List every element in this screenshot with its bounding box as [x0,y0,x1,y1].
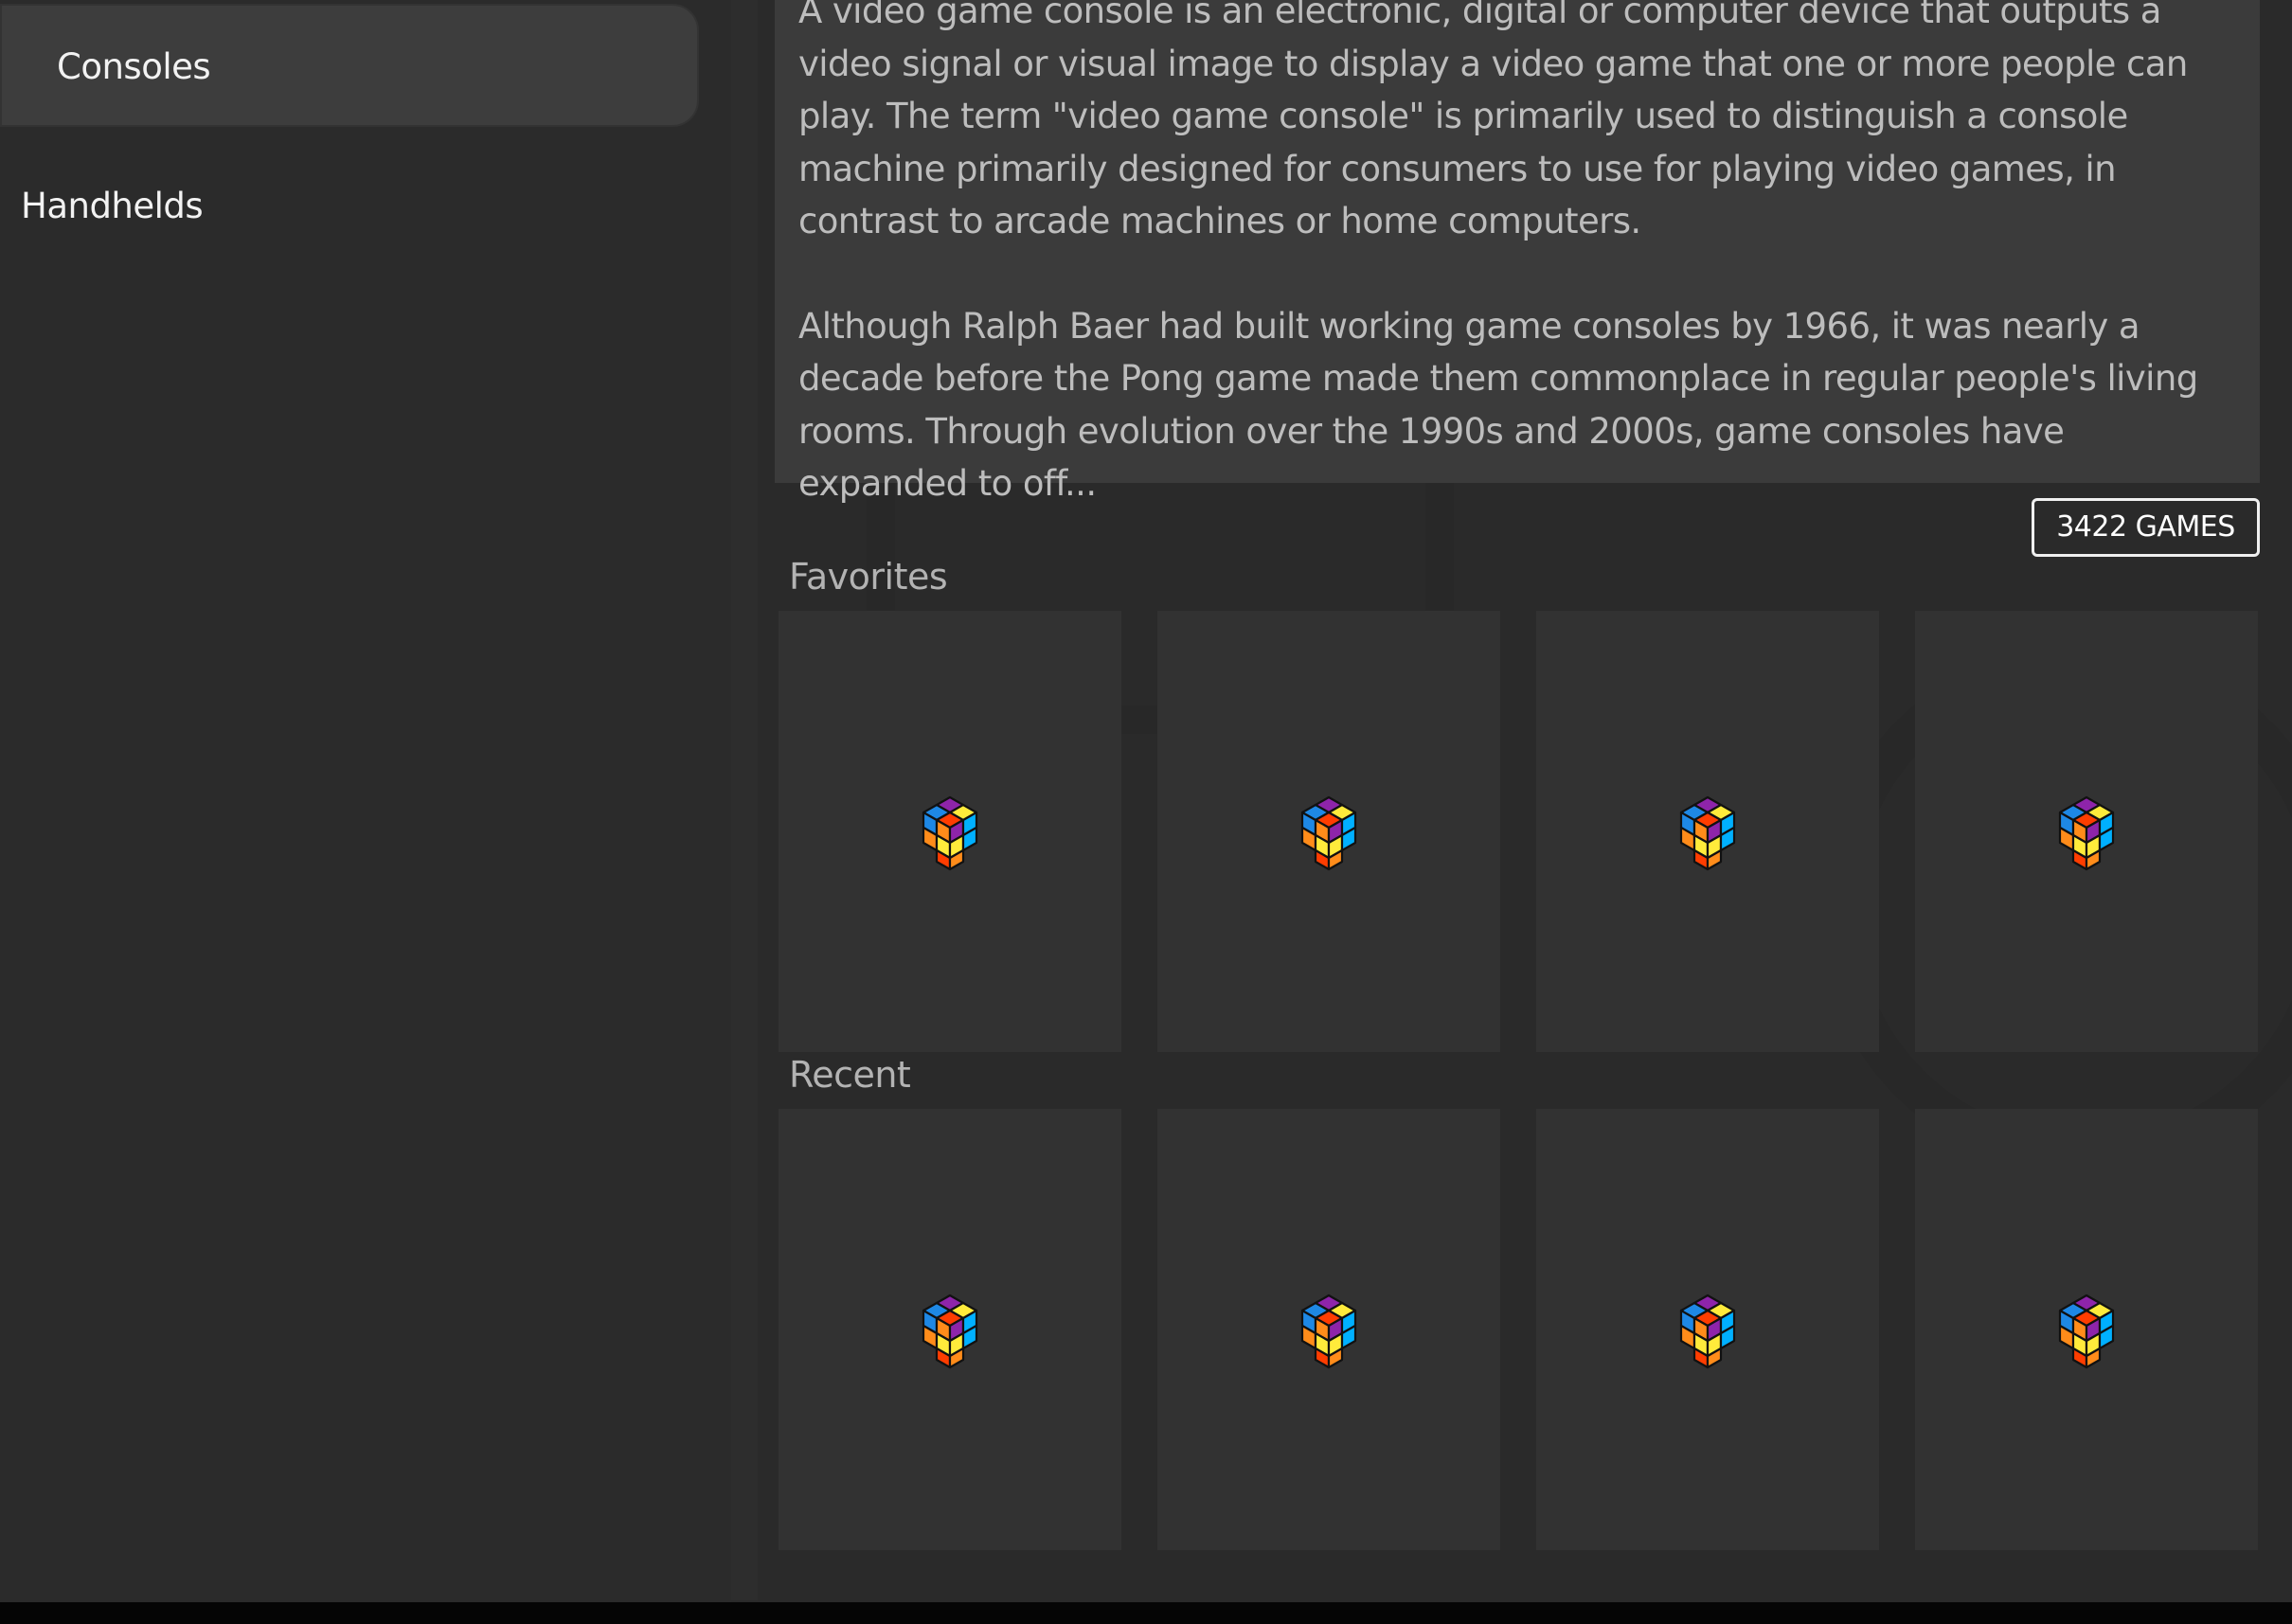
cube-icon [1679,1294,1736,1369]
cube-icon [2058,1294,2115,1369]
recent-tile[interactable] [1536,1109,1879,1550]
favorite-tile[interactable] [1536,611,1879,1052]
cube-icon [2058,795,2115,871]
recent-tile[interactable] [1157,1109,1500,1550]
cube-icon [922,795,978,871]
cube-icon [1679,795,1736,871]
description-paragraph: A video game console is an electronic, d… [798,0,2188,241]
recent-tile[interactable] [779,1109,1121,1550]
cube-icon [1300,1294,1357,1369]
favorite-tile[interactable] [1157,611,1500,1052]
favorite-tile[interactable] [1915,611,2258,1052]
description-paragraph: Although Ralph Baer had built working ga… [798,305,2198,505]
sidebar-item-consoles[interactable]: Consoles [0,4,699,127]
cube-icon [1300,795,1357,871]
favorite-tile[interactable] [779,611,1121,1052]
favorites-title: Favorites [789,556,948,598]
system-description: A video game console is an electronic, d… [775,0,2260,504]
games-count-button[interactable]: 3422 GAMES [2032,498,2260,557]
recent-title: Recent [789,1054,911,1096]
sidebar-item-handhelds[interactable]: Handhelds [0,180,204,233]
recent-tile[interactable] [1915,1109,2258,1550]
bottom-bar [0,1602,2292,1624]
cube-icon [922,1294,978,1369]
sidebar: Consoles Handhelds [0,0,731,1602]
